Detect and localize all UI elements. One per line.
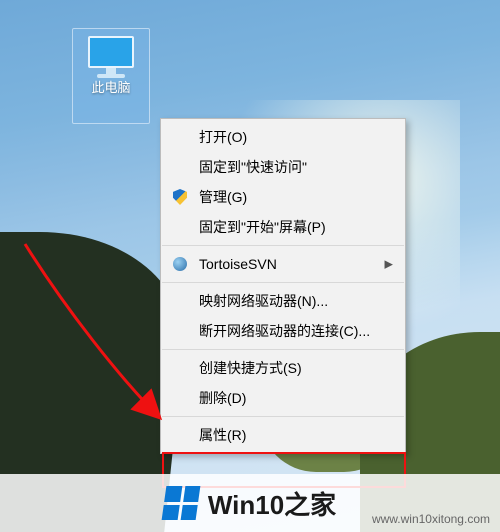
menu-item-map-network-drive[interactable]: 映射网络驱动器(N)... [161,286,405,316]
menu-item-label: 映射网络驱动器(N)... [199,291,328,311]
desktop-icon-label: 此电脑 [91,80,130,96]
menu-item-tortoisesvn[interactable]: TortoiseSVN ▶ [161,249,405,279]
tortoisesvn-icon [171,255,189,273]
menu-item-label: 属性(R) [199,425,246,445]
context-menu: 打开(O) 固定到"快速访问" 管理(G) 固定到"开始"屏幕(P) Torto… [160,118,406,454]
menu-item-open[interactable]: 打开(O) [161,122,405,152]
menu-item-manage[interactable]: 管理(G) [161,182,405,212]
menu-item-label: 删除(D) [199,388,246,408]
watermark-bar: Win10之家 www.win10xitong.com [0,474,500,532]
menu-item-label: 断开网络驱动器的连接(C)... [199,321,370,341]
desktop-icon-this-pc[interactable]: 此电脑 [72,28,150,124]
menu-item-create-shortcut[interactable]: 创建快捷方式(S) [161,353,405,383]
menu-item-label: 固定到"快速访问" [199,157,307,177]
submenu-arrow-icon: ▶ [385,258,393,271]
desktop-background: 此电脑 打开(O) 固定到"快速访问" 管理(G) 固定到"开始"屏幕(P) T… [0,0,500,532]
menu-item-label: 打开(O) [199,127,247,147]
menu-separator [162,416,404,417]
menu-separator [162,349,404,350]
this-pc-icon [88,36,134,76]
menu-item-delete[interactable]: 删除(D) [161,383,405,413]
menu-separator [162,245,404,246]
menu-separator [162,282,404,283]
menu-item-pin-start[interactable]: 固定到"开始"屏幕(P) [161,212,405,242]
watermark-url: www.win10xitong.com [372,512,490,526]
menu-item-properties[interactable]: 属性(R) [161,420,405,450]
menu-item-label: 管理(G) [199,187,247,207]
menu-item-disconnect-network-drive[interactable]: 断开网络驱动器的连接(C)... [161,316,405,346]
menu-item-label: TortoiseSVN [199,256,277,272]
shield-icon [171,188,189,206]
watermark-brand: Win10之家 [208,485,336,522]
menu-item-label: 创建快捷方式(S) [199,358,302,378]
menu-item-pin-quick-access[interactable]: 固定到"快速访问" [161,152,405,182]
menu-item-label: 固定到"开始"屏幕(P) [199,217,326,237]
windows-logo-icon [161,486,200,520]
